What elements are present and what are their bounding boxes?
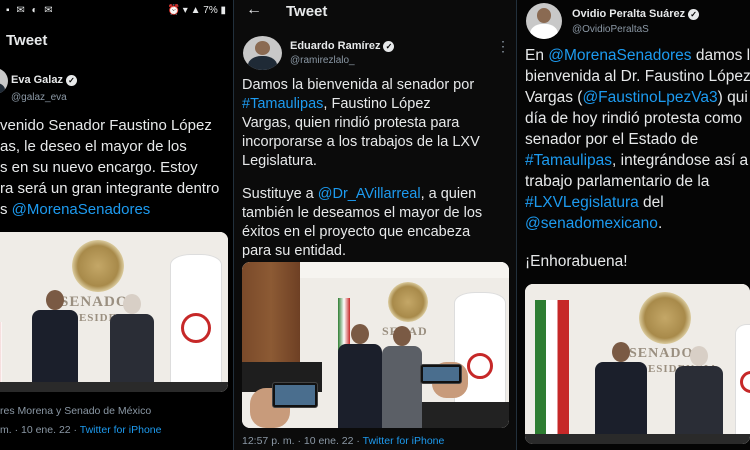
mention-link[interactable]: @MorenaSenadores [12,201,151,218]
phone-right [420,364,462,384]
person-foreground [422,402,509,428]
photo-caption: res Morena y Senado de México [0,405,152,417]
person-right [110,294,154,390]
person-left [32,290,78,390]
page-title: Tweet [6,32,48,49]
tweet-text-line-5-prefix: s [0,201,12,218]
back-arrow-icon[interactable]: ← [246,1,262,19]
flag [535,300,569,440]
avatar[interactable] [526,3,562,39]
tweet-text-line-7: también le deseamos el mayor de los [242,205,483,221]
tweet-panel-ovidio-peralta: Ovidio Peralta Suárez ✓ @OvidioPeraltaS E… [517,0,750,450]
status-icons-left: ▪ ✉ ◐ ✉ [6,5,55,16]
tweet-text-line-7: trabajo parlamentario de la [525,173,710,190]
tweet-text-line-8-post: del [638,194,664,211]
tweet-text-line-2: bienvenida al Dr. Faustino López [525,68,750,85]
tweet-text-line-8: #LXVLegislatura del [525,193,664,212]
author-name[interactable]: Ovidio Peralta Suárez ✓ [572,8,700,20]
tweet-text-line-9: para su entidad. [242,243,346,259]
author-handle[interactable]: @ramirezlalo_ [290,55,355,66]
tweet-text-line-3-pre: Vargas ( [525,89,583,106]
page-title: Tweet [286,3,328,20]
tweet-text-line-10: ¡Enhorabuena! [525,253,628,270]
tweet-text-line-1: venido Senador Faustino López [0,117,212,134]
more-options-icon[interactable]: ⋮ [496,38,511,55]
tweet-text-line-2-rest: , Faustino López [323,96,431,112]
timestamp-text: m. · 10 ene. 22 · [0,424,80,436]
tweet-text-line-3: Vargas, quien rindió protesta para [242,115,460,131]
tweet-text-line-6: Sustituye a @Dr_AVillarreal, a quien [242,185,476,204]
tweet-text-line-6-pre: Sustituye a [242,186,318,202]
tweet-text-line-8: éxitos en el proyecto que encabeza [242,224,471,240]
banner [735,324,750,444]
person-right [675,346,723,444]
banner [170,254,222,389]
hashtag-link[interactable]: #LXVLegislatura [525,194,639,211]
verified-badge-icon: ✓ [688,9,700,20]
senate-seal [388,282,428,322]
tweet-panel-eduardo-ramirez: ← Tweet Eduardo Ramírez ✓ @ramirezlalo_ ⋮… [234,0,517,450]
author-handle[interactable]: @OvidioPeraltaS [572,24,649,35]
senate-seal [639,292,691,344]
hashtag-link[interactable]: #Tamaulipas [242,96,323,112]
tweet-text-line-2: as, le deseo el mayor de los [0,138,187,155]
mention-link[interactable]: @senadomexicano [525,215,658,232]
desk [0,382,228,392]
tweet-text-line-4: día de hoy rindió protesta como [525,110,743,127]
phone-left [272,382,318,408]
person-left [338,324,382,428]
tweet-text-line-4: ra será un gran integrante dentro [0,180,220,197]
author-name-text: Eduardo Ramírez [290,40,381,52]
mention-link[interactable]: @FaustinoLpezVa3 [582,89,717,106]
tweet-text-line-6: #Tamaulipas, integrándose así a [525,151,748,170]
tweet-text-line-5: s @MorenaSenadores [0,200,150,219]
tweet-text-line-1: En @MorenaSenadores damos l [525,46,750,65]
timestamp-text: 12:57 p. m. · 10 ene. 22 · [242,435,363,447]
tweet-text-line-5: senador por el Estado de [525,131,699,148]
senate-seal [72,240,124,292]
avatar[interactable] [243,36,282,70]
mention-link[interactable]: @Dr_AVillarreal [318,186,421,202]
author-name[interactable]: Eduardo Ramírez ✓ [290,40,395,52]
tweet-text-line-1: Damos la bienvenida al senador por [242,77,475,93]
author-name-text: Ovidio Peralta Suárez [572,8,686,20]
person-left [595,342,647,444]
tweet-text-line-9: @senadomexicano. [525,214,662,233]
hashtag-link[interactable]: #Tamaulipas [525,152,612,169]
tweet-timestamp: 12:57 p. m. · 10 ene. 22 · Twitter for i… [242,435,444,447]
tweet-panel-eva-galaz: ▪ ✉ ◐ ✉ ⏰ ▾ ▲ 7% ▮ Tweet Eva Galaz ✓ @gal… [0,0,234,450]
battery-level: 7% [203,5,218,16]
author-handle[interactable]: @galaz_eva [11,92,67,103]
verified-badge-icon: ✓ [65,75,77,86]
avatar[interactable] [0,68,8,94]
tweet-photo[interactable]: SENADO RESIDENCIA [525,284,750,444]
author-name[interactable]: Eva Galaz ✓ [11,74,77,86]
tweet-text-line-3: s en su nuevo encargo. Estoy [0,159,198,176]
tweet-text-line-1-post: damos l [691,47,750,64]
flag [0,322,2,382]
person-right [382,326,422,428]
tweet-text-line-3-post: ) qui [717,89,748,106]
battery-icon: ⏰ ▾ ▲ 7% ▮ [167,5,226,16]
tweet-text-line-1-pre: En [525,47,549,64]
tweet-text-line-6-post: , integrándose así a [612,152,749,169]
tweet-photo[interactable]: SENADO RESIDENCIA [0,232,228,392]
status-bar: ▪ ✉ ◐ ✉ ⏰ ▾ ▲ 7% ▮ [0,0,234,22]
tweet-text-line-3: Vargas (@FaustinoLpezVa3) qui [525,88,748,107]
tweet-photo[interactable]: SENAD [242,262,509,428]
source-link[interactable]: Twitter for iPhone [80,424,162,436]
tweet-timestamp: m. · 10 ene. 22 · Twitter for iPhone [0,424,161,436]
author-name-text: Eva Galaz [11,74,63,86]
verified-badge-icon: ✓ [383,41,395,52]
tweet-text-line-6-post: , a quien [420,186,477,202]
tweet-text-line-2: #Tamaulipas, Faustino López [242,95,431,114]
ceiling [300,262,509,278]
tweet-text-line-4: incorporarse a los trabajos de la LXV [242,134,480,150]
mention-link[interactable]: @MorenaSenadores [548,47,691,64]
tweet-text-line-9-post: . [657,215,663,232]
desk [525,434,750,444]
tweet-text-line-5: Legislatura. [242,153,317,169]
source-link[interactable]: Twitter for iPhone [363,435,445,447]
